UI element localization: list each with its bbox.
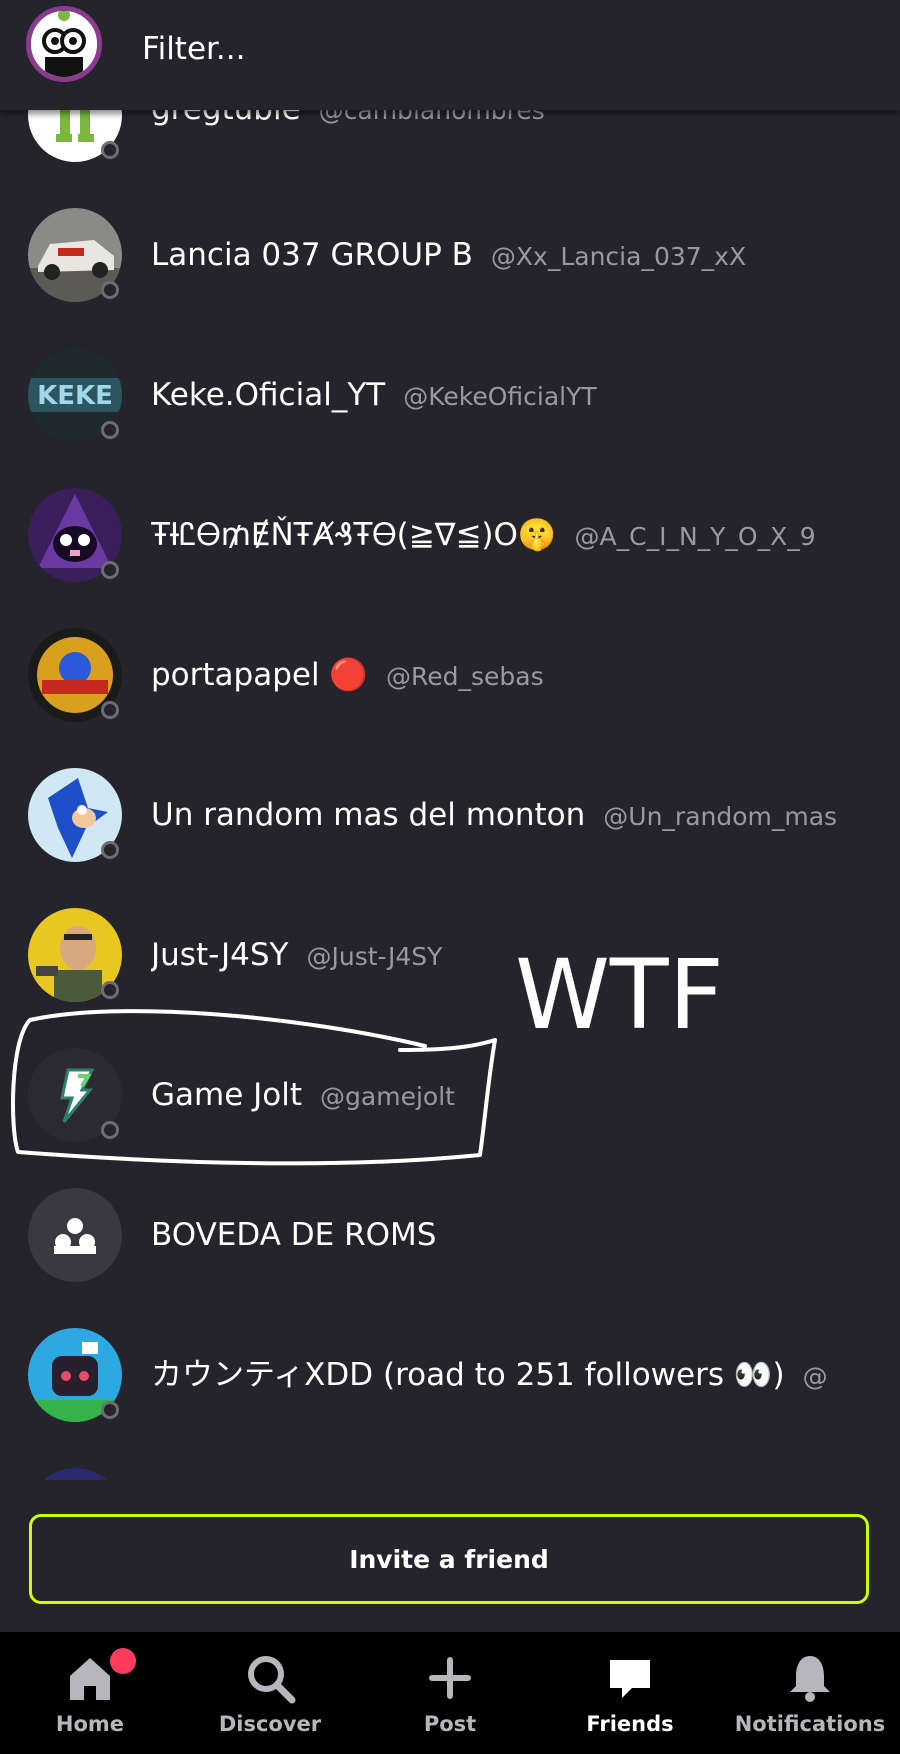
friend-handle: @Un_random_mas	[603, 802, 838, 831]
offline-status-dot	[101, 1121, 119, 1139]
friend-row-gamejolt[interactable]: Game Jolt @gamejolt	[0, 1025, 900, 1165]
search-icon	[248, 1656, 296, 1704]
svg-text:KEKE: KEKE	[37, 381, 113, 411]
nav-label: Friends	[586, 1712, 674, 1736]
friend-handle: @gamejolt	[320, 1082, 455, 1111]
invite-friend-button[interactable]: Invite a friend	[29, 1514, 869, 1604]
nav-notifications[interactable]: Notifications	[720, 1632, 900, 1754]
nav-post[interactable]: Post	[360, 1632, 540, 1754]
friend-name: ŦƗᏝᎾ₥ɆŇŦȺ₰ŦᎾ(≧∇≦)O🤫	[151, 517, 557, 553]
nav-label: Post	[423, 1712, 477, 1736]
friend-handle: @Just-J4SY	[306, 942, 443, 971]
friend-row-just-j4sy[interactable]: Just-J4SY @Just-J4SY	[0, 885, 900, 1025]
friend-row-county[interactable]: カウンティXDD (road to 251 followers 👀) @	[0, 1305, 900, 1445]
bell-icon	[790, 1656, 830, 1702]
user-avatar	[28, 1468, 122, 1480]
offline-status-dot	[101, 421, 119, 439]
friend-handle: @	[802, 1362, 828, 1391]
notification-badge	[110, 1648, 136, 1674]
group-icon-avatar	[28, 1188, 122, 1282]
bottom-navigation: Home Discover Post Friends Notifications	[0, 1632, 900, 1754]
friend-row-boveda[interactable]: BOVEDA DE ROMS	[0, 1165, 900, 1305]
invite-section: Invite a friend	[0, 1480, 900, 1632]
friend-row-partial[interactable]	[0, 1445, 900, 1480]
friend-name: Just-J4SY	[151, 937, 289, 973]
nav-discover[interactable]: Discover	[180, 1632, 360, 1754]
friend-row-un-random[interactable]: Un random mas del monton @Un_random_mas	[0, 745, 900, 885]
offline-status-dot	[101, 281, 119, 299]
offline-status-dot	[101, 141, 119, 159]
offline-status-dot	[101, 841, 119, 859]
filter-input[interactable]	[140, 18, 844, 80]
friends-list[interactable]: gregtuble@cambianombres Lancia 037 GROUP…	[0, 0, 900, 1480]
user-avatar[interactable]	[26, 6, 102, 82]
chat-bubble-icon	[610, 1660, 650, 1698]
friend-row-lancia[interactable]: Lancia 037 GROUP B @Xx_Lancia_037_xX	[0, 185, 900, 325]
nav-friends[interactable]: Friends	[540, 1632, 720, 1754]
friend-handle: @KekeOficialYT	[403, 382, 597, 411]
offline-status-dot	[101, 1401, 119, 1419]
top-bar	[0, 0, 900, 110]
friend-name: Keke.Oficial_YT	[151, 377, 386, 413]
nav-label: Notifications	[734, 1712, 886, 1736]
friend-row-keke[interactable]: KEKE Keke.Oficial_YT @KekeOficialYT	[0, 325, 900, 465]
friend-handle: @Xx_Lancia_037_xX	[490, 242, 747, 271]
offline-status-dot	[101, 701, 119, 719]
friend-row-portapapel[interactable]: portapapel 🔴 @Red_sebas	[0, 605, 900, 745]
friend-name: Lancia 037 GROUP B	[151, 237, 473, 273]
plus-icon	[429, 1657, 471, 1699]
friend-name: カウンティXDD (road to 251 followers 👀)	[151, 1357, 785, 1393]
friend-row-acinyox[interactable]: ŦƗᏝᎾ₥ɆŇŦȺ₰ŦᎾ(≧∇≦)O🤫 @A_C_I_N_Y_O_X_9	[0, 465, 900, 605]
offline-status-dot	[101, 981, 119, 999]
nav-label: Discover	[218, 1712, 322, 1736]
offline-status-dot	[101, 561, 119, 579]
friend-name: portapapel 🔴	[151, 657, 369, 693]
friend-name: BOVEDA DE ROMS	[151, 1217, 437, 1253]
friend-name: Game Jolt	[151, 1077, 303, 1113]
nav-label: Home	[55, 1712, 125, 1736]
nav-home[interactable]: Home	[0, 1632, 180, 1754]
friend-handle: @Red_sebas	[386, 662, 544, 691]
friend-name: Un random mas del monton	[151, 797, 586, 833]
friend-handle: @A_C_I_N_Y_O_X_9	[574, 522, 816, 551]
